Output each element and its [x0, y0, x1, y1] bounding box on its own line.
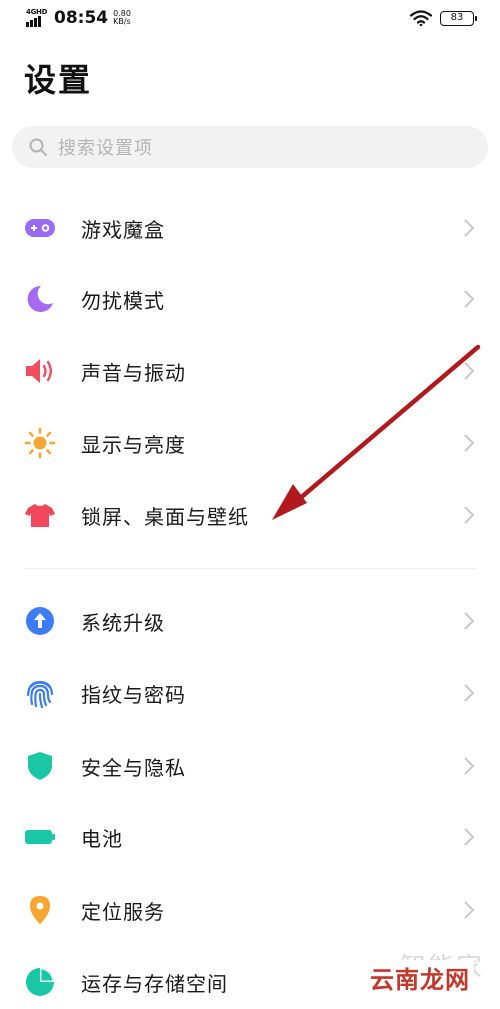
battery-icon — [24, 821, 56, 853]
settings-item-game-box[interactable]: 游戏魔盒 — [0, 198, 500, 258]
chevron-right-icon — [464, 434, 475, 452]
settings-item-battery[interactable]: 电池 — [0, 807, 500, 867]
wifi-icon — [410, 10, 432, 26]
settings-item-label: 定位服务 — [81, 899, 165, 924]
cellular-signal-icon: 4GHD — [26, 8, 48, 28]
settings-item-label: 安全与隐私 — [81, 755, 186, 780]
search-icon — [29, 138, 47, 156]
settings-item-label: 声音与振动 — [81, 360, 186, 385]
fingerprint-icon — [24, 677, 56, 709]
watermark-bottom-text: 云南龙网 — [366, 960, 474, 995]
chevron-right-icon — [464, 362, 475, 380]
search-placeholder: 搜索设置项 — [58, 138, 153, 159]
chevron-right-icon — [464, 757, 475, 775]
location-pin-icon — [24, 894, 56, 926]
settings-item-label: 勿扰模式 — [81, 288, 165, 313]
settings-item-security-privacy[interactable]: 安全与隐私 — [0, 736, 500, 796]
moon-icon — [24, 283, 56, 315]
settings-item-sound-vibration[interactable]: 声音与振动 — [0, 341, 500, 401]
shield-icon — [24, 750, 56, 782]
network-speed-unit: KB/s — [113, 17, 131, 26]
status-time: 08:54 — [54, 8, 109, 28]
watermark: 智能家 云南龙网 — [353, 947, 488, 997]
settings-item-display-brightness[interactable]: 显示与亮度 — [0, 413, 500, 473]
section-divider — [24, 568, 476, 569]
speaker-icon — [24, 355, 56, 387]
search-input[interactable]: 搜索设置项 — [12, 126, 488, 168]
network-speed: 0.80 KB/s — [113, 10, 131, 26]
settings-item-label: 游戏魔盒 — [81, 217, 165, 242]
sun-icon — [24, 427, 56, 459]
settings-item-label: 指纹与密码 — [81, 682, 186, 707]
game-box-icon — [24, 212, 56, 244]
status-bar-left: 4GHD 08:54 0.80 KB/s — [26, 8, 131, 28]
settings-item-label: 锁屏、桌面与壁纸 — [81, 504, 249, 529]
network-type: 4GHD — [26, 8, 48, 16]
battery-level: 83 — [450, 11, 464, 23]
status-bar: 4GHD 08:54 0.80 KB/s 83 — [0, 0, 500, 40]
shirt-icon — [24, 499, 56, 531]
chevron-right-icon — [464, 506, 475, 524]
status-bar-right: 83 — [410, 10, 477, 26]
chevron-right-icon — [464, 901, 475, 919]
chevron-right-icon — [464, 684, 475, 702]
chevron-right-icon — [464, 828, 475, 846]
settings-item-label: 显示与亮度 — [81, 432, 186, 457]
battery-indicator: 83 — [440, 10, 477, 26]
settings-item-fingerprint-password[interactable]: 指纹与密码 — [0, 663, 500, 723]
page-title: 设置 — [24, 61, 93, 99]
chevron-right-icon — [464, 219, 475, 237]
chevron-right-icon — [464, 290, 475, 308]
settings-item-label: 电池 — [81, 826, 123, 851]
settings-item-label: 运存与存储空间 — [81, 971, 228, 996]
settings-item-do-not-disturb[interactable]: 勿扰模式 — [0, 269, 500, 329]
pie-chart-icon — [24, 966, 56, 998]
settings-item-system-upgrade[interactable]: 系统升级 — [0, 591, 500, 651]
chevron-right-icon — [464, 612, 475, 630]
upgrade-arrow-icon — [24, 605, 56, 637]
settings-item-label: 系统升级 — [81, 610, 165, 635]
settings-item-lockscreen-wallpaper[interactable]: 锁屏、桌面与壁纸 — [0, 485, 500, 545]
settings-item-location[interactable]: 定位服务 — [0, 880, 500, 940]
